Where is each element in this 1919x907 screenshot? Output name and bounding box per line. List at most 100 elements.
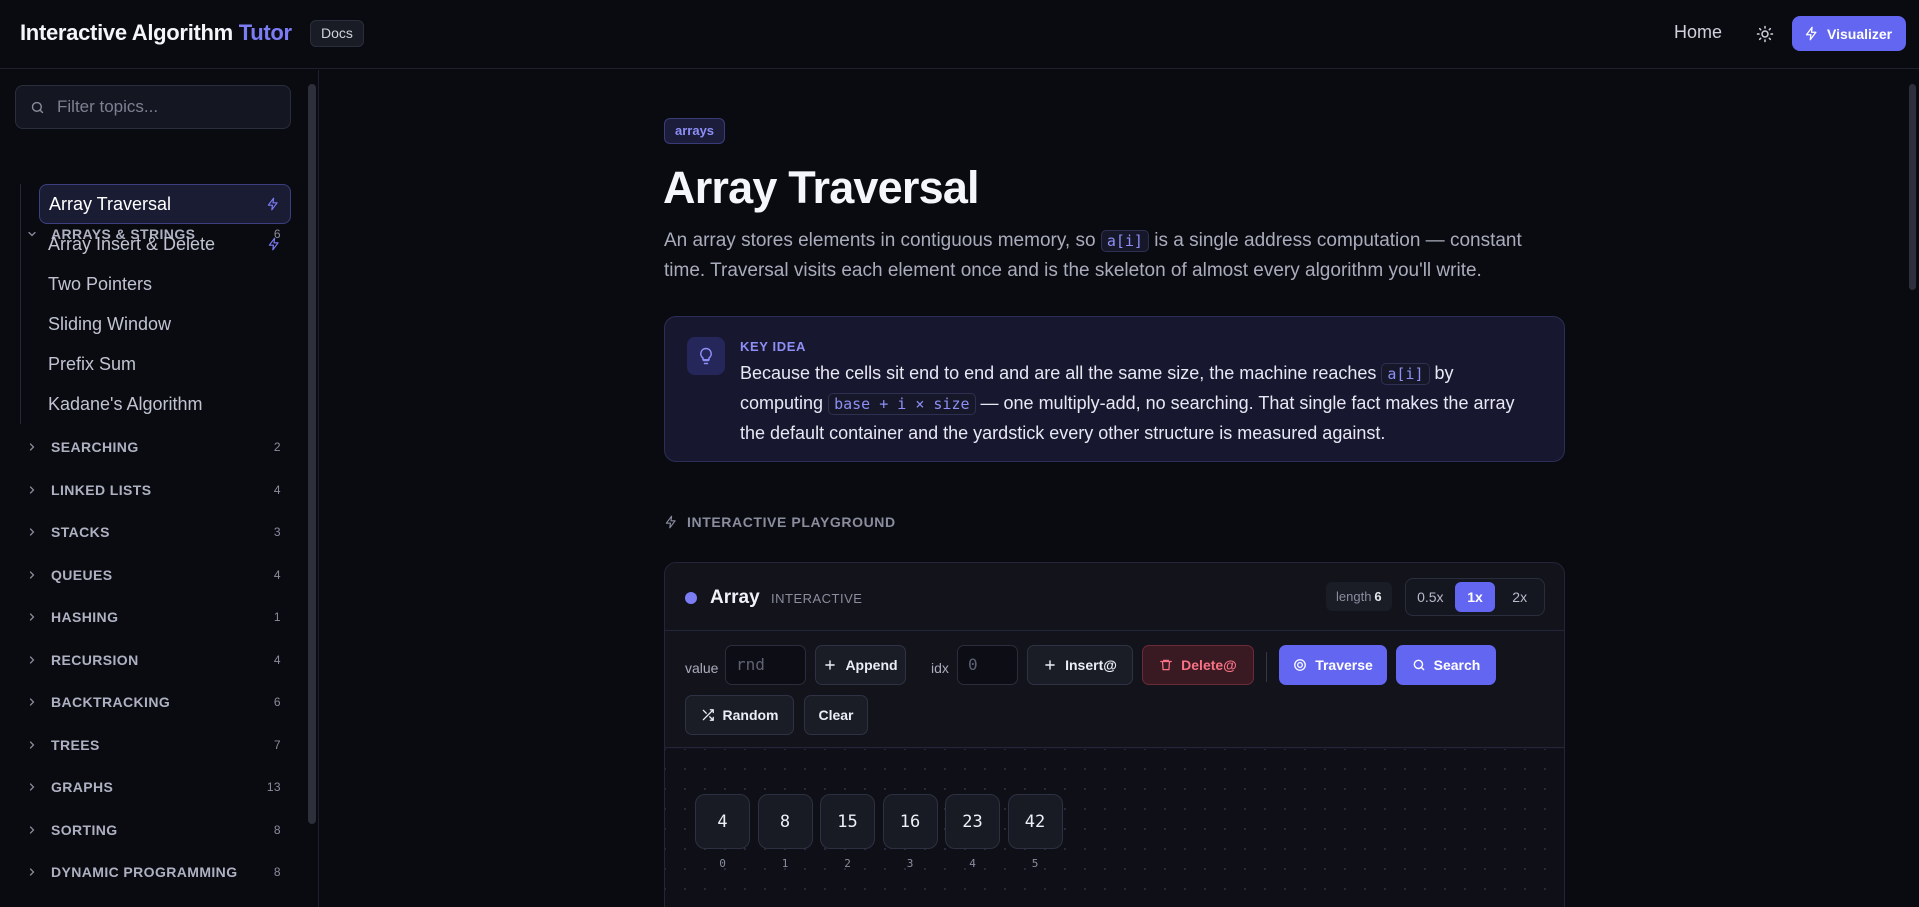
search-icon <box>1413 659 1425 671</box>
category-count: 8 <box>273 865 281 879</box>
sidebar-topic-label: Prefix Sum <box>48 353 137 374</box>
append-button[interactable]: Append <box>815 645 906 685</box>
category-label: STACKS <box>51 524 110 540</box>
sidebar-category[interactable]: SORTING 8 <box>26 820 281 840</box>
category-label: QUEUES <box>51 566 113 583</box>
playground-label: INTERACTIVE PLAYGROUND <box>664 514 896 530</box>
array-cell[interactable]: 15 <box>820 794 875 849</box>
main-scrollbar[interactable] <box>1907 70 1917 907</box>
category-count: 4 <box>273 482 281 497</box>
array-playground-panel: Array INTERACTIVE length 6 0.5x 1x 2x val… <box>664 562 1565 907</box>
nav-home-link[interactable]: Home <box>1674 22 1722 43</box>
chevron-right-icon <box>26 569 40 581</box>
sidebar-scrollbar[interactable] <box>308 84 316 894</box>
intro-paragraph: An array stores elements in contiguous m… <box>664 230 1522 281</box>
sidebar-topic-item[interactable]: Array Traversal <box>39 184 291 224</box>
control-divider <box>1266 652 1267 682</box>
array-index-label: 0 <box>719 857 726 870</box>
category-label: SEARCHING <box>51 439 139 455</box>
sidebar-category[interactable]: STACKS 3 <box>26 522 281 542</box>
array-index-label: 1 <box>781 857 789 870</box>
idx-input[interactable]: 0 <box>957 645 1018 685</box>
sidebar-category[interactable]: SEARCHING 2 <box>26 437 281 457</box>
sidebar-topic-item[interactable]: Kadane's Algorithm <box>39 384 291 424</box>
sidebar-category[interactable]: LINKED LISTS 4 <box>26 480 281 500</box>
delete-at-button[interactable]: Delete@ <box>1142 645 1254 685</box>
status-dot <box>685 592 697 604</box>
array-cell[interactable]: 8 <box>757 794 813 849</box>
topic-tree-line <box>20 184 21 424</box>
docs-badge[interactable]: Docs <box>310 20 364 47</box>
category-count: 4 <box>273 567 281 582</box>
topic-tag[interactable]: arrays <box>664 118 726 144</box>
array-cell[interactable]: 42 <box>1007 794 1063 849</box>
filter-box[interactable] <box>15 85 291 129</box>
brand-accent: Tutor <box>238 20 292 45</box>
sidebar-topic-item[interactable]: Sliding Window <box>39 304 291 344</box>
speed-selector: 0.5x 1x 2x <box>1405 578 1545 616</box>
sidebar-category[interactable]: TREES 7 <box>26 735 281 755</box>
traverse-button[interactable]: Traverse <box>1279 645 1387 685</box>
chevron-right-icon <box>26 654 40 666</box>
sidebar-category[interactable]: HASHING 1 <box>26 607 281 627</box>
chevron-right-icon <box>26 739 40 751</box>
search-button[interactable]: Search <box>1396 645 1496 685</box>
inline-code: a[i] <box>1381 363 1430 385</box>
sidebar-category[interactable]: GRAPHS 13 <box>26 777 281 797</box>
category-count: 4 <box>273 652 281 667</box>
chevron-right-icon <box>26 441 40 453</box>
filter-topics-input[interactable] <box>57 97 277 117</box>
category-label: SORTING <box>51 821 118 838</box>
array-cell[interactable]: 16 <box>882 794 938 849</box>
sidebar-category[interactable]: DYNAMIC PROGRAMMING 8 <box>26 862 281 882</box>
category-count: 8 <box>273 822 281 837</box>
category-count: 3 <box>273 525 281 539</box>
trash-icon <box>1160 659 1173 671</box>
chevron-right-icon <box>26 484 40 496</box>
theme-toggle-button[interactable] <box>1748 17 1782 51</box>
sidebar-category[interactable]: RECURSION 4 <box>26 650 281 670</box>
visualizer-button[interactable]: Visualizer <box>1792 16 1907 51</box>
category-count: 2 <box>273 440 281 454</box>
chevron-right-icon <box>26 696 40 708</box>
speed-2x[interactable]: 2x <box>1499 582 1540 612</box>
category-label: LINKED LISTS <box>51 481 152 498</box>
inline-code: base + i × size <box>828 393 976 415</box>
key-idea-text: Because the cells sit end to end and are… <box>740 363 1515 443</box>
sidebar-topic-label: Array Traversal <box>49 193 172 214</box>
array-index-label: 4 <box>969 857 976 870</box>
array-cell[interactable]: 4 <box>695 794 750 849</box>
speed-0.5x[interactable]: 0.5x <box>1410 582 1451 612</box>
value-input[interactable]: rnd <box>725 645 806 685</box>
sidebar-category[interactable]: BACKTRACKING 6 <box>26 692 281 712</box>
sidebar-category[interactable]: QUEUES 4 <box>26 565 281 585</box>
value-label: value <box>685 660 719 676</box>
chevron-right-icon <box>26 866 40 878</box>
speed-1x[interactable]: 1x <box>1454 582 1496 612</box>
category-label: RECURSION <box>51 651 139 668</box>
category-label: HASHING <box>51 609 119 625</box>
plus-icon <box>1045 660 1055 670</box>
array-cell[interactable]: 23 <box>945 794 1000 849</box>
length-value: 6 <box>1374 589 1382 604</box>
key-idea-label: KEY IDEA <box>740 339 806 354</box>
brand-logo[interactable]: Interactive Algorithm Tutor <box>20 20 292 46</box>
insert-at-button[interactable]: Insert@ <box>1027 645 1133 685</box>
search-icon <box>31 101 44 113</box>
sidebar-topic-label: Sliding Window <box>48 313 172 334</box>
sidebar-topic-item[interactable]: Two Pointers <box>39 264 291 304</box>
shuffle-icon <box>702 709 714 721</box>
category-label: DYNAMIC PROGRAMMING <box>51 864 238 880</box>
panel-kind: INTERACTIVE <box>771 591 863 606</box>
sidebar-topic-item[interactable]: Array Insert & Delete <box>39 224 291 264</box>
clear-button[interactable]: Clear <box>804 695 868 735</box>
sidebar-topic-label: Two Pointers <box>48 273 153 294</box>
array-index-label: 5 <box>1031 857 1039 870</box>
category-count: 13 <box>266 780 281 794</box>
sidebar-topic-item[interactable]: Prefix Sum <box>39 344 291 384</box>
category-label: TREES <box>51 736 100 753</box>
random-button[interactable]: Random <box>685 695 794 735</box>
category-label: GRAPHS <box>51 779 114 795</box>
category-count: 6 <box>273 695 281 709</box>
page-title: Array Traversal <box>663 162 980 213</box>
